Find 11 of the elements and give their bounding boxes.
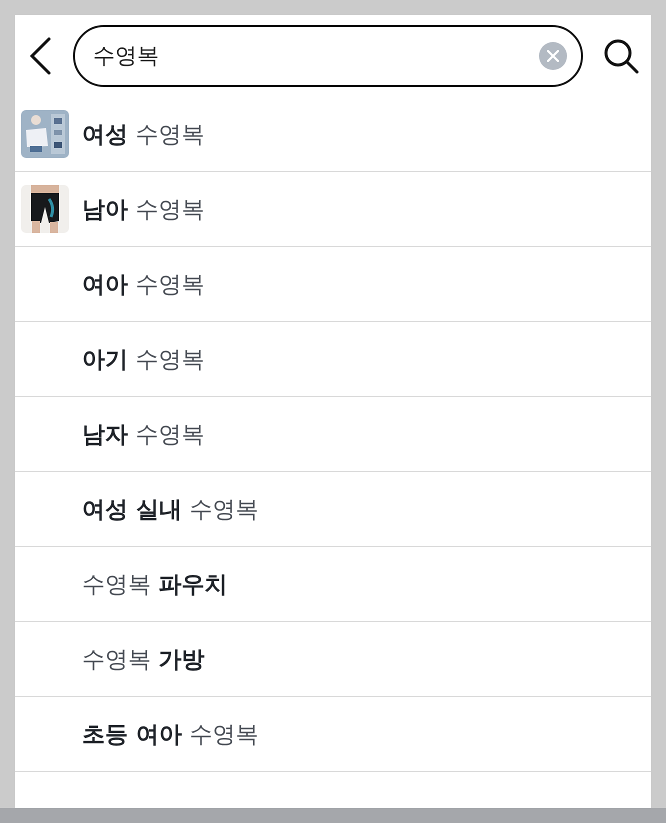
suggestion-item[interactable]: 여성 수영복: [82, 118, 204, 150]
suggestion-item[interactable]: 여성 실내 수영복: [82, 494, 258, 524]
suggestion-item[interactable]: 남아 수영복: [82, 194, 204, 224]
suggestion-item[interactable]: 아기 수영복: [82, 344, 204, 374]
suggestion-item[interactable]: 남자 수영복: [82, 418, 204, 450]
suggestion-item[interactable]: 수영복 파우치: [82, 568, 228, 600]
suggestion-item[interactable]: 수영복 가방: [82, 644, 204, 674]
close-icon: [547, 50, 559, 62]
search-field[interactable]: 수영복: [73, 25, 583, 87]
suggestion-item[interactable]: 초등 여아 수영복: [82, 718, 258, 750]
suggestion-item[interactable]: 여아 수영복: [82, 268, 204, 300]
